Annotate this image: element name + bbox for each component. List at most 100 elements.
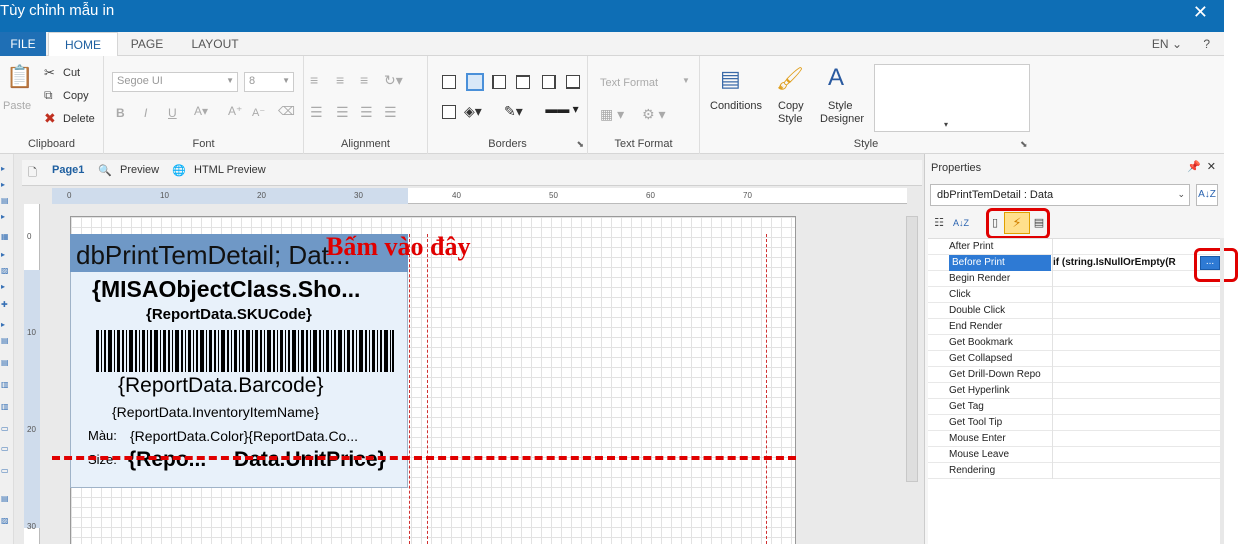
event-row[interactable]: Get Tool Tip <box>928 415 1220 431</box>
border-bottom-icon[interactable] <box>566 75 580 89</box>
font-family-select[interactable]: Segoe UI ▼ <box>112 72 238 92</box>
align-top-center-icon[interactable]: ≡ <box>336 72 344 88</box>
tab-file[interactable]: FILE <box>0 32 46 56</box>
bold-icon[interactable]: B <box>116 106 125 120</box>
style-designer-button-line2[interactable]: Designer <box>820 113 864 125</box>
chevron-down-icon[interactable]: ▾ <box>944 120 948 129</box>
toolbox-item-icon[interactable]: ▥ <box>1 402 12 412</box>
align-top-right-icon[interactable]: ≡ <box>360 72 368 88</box>
copy-button[interactable]: Copy <box>63 90 89 102</box>
border-right-icon[interactable] <box>542 75 556 89</box>
fill-color-icon[interactable]: ◈▾ <box>464 103 482 120</box>
properties-scrollbar[interactable] <box>1220 238 1224 544</box>
border-style-icon[interactable]: ▬▬ ▾ <box>540 102 584 116</box>
dialog-launcher-icon[interactable]: ⬊ <box>576 139 584 150</box>
item-name-field[interactable]: {ReportData.InventoryItemName} <box>112 404 392 420</box>
font-size-select[interactable]: 8 ▼ <box>244 72 294 92</box>
format-icon[interactable]: ▦ ▾ <box>600 106 624 123</box>
event-row[interactable]: Get Drill-Down Repo <box>928 367 1220 383</box>
dialog-launcher-icon[interactable]: ⬊ <box>1020 139 1028 150</box>
toolbox-item-icon[interactable]: ▸ <box>1 250 12 260</box>
event-row[interactable]: Get Hyperlink <box>928 383 1220 399</box>
shrink-font-icon[interactable]: A⁻ <box>252 106 265 119</box>
copy-style-button-line2[interactable]: Style <box>778 113 802 125</box>
language-selector[interactable]: EN ⌄ <box>1152 37 1182 51</box>
categorized-icon[interactable]: ☷ <box>930 214 948 232</box>
sku-field[interactable]: {ReportData.SKUCode} <box>146 306 386 323</box>
style-gallery[interactable] <box>874 64 1030 132</box>
align-left-icon[interactable]: ☰ <box>310 104 323 121</box>
close-icon[interactable]: ✕ <box>1207 161 1216 173</box>
toolbox-item-icon[interactable]: ▭ <box>1 444 12 454</box>
tab-page[interactable]: PAGE <box>118 32 176 56</box>
border-color-icon[interactable]: ✎▾ <box>504 103 523 120</box>
color-label[interactable]: Màu: <box>88 428 128 443</box>
event-row[interactable]: End Render <box>928 319 1220 335</box>
grow-font-icon[interactable]: A⁺ <box>228 104 242 118</box>
event-row[interactable]: Double Click <box>928 303 1220 319</box>
event-row[interactable]: Mouse Leave <box>928 447 1220 463</box>
align-top-left-icon[interactable]: ≡ <box>310 72 318 88</box>
tab-layout[interactable]: LAYOUT <box>180 32 250 56</box>
event-row[interactable]: After Print <box>928 239 1220 255</box>
format-options-icon[interactable]: ⚙ ▾ <box>642 106 665 123</box>
event-row-selected[interactable]: Before Print if (string.IsNullOrEmpty(R <box>928 255 1220 271</box>
rotate-icon[interactable]: ↻▾ <box>384 72 403 89</box>
toolbox-item-icon[interactable]: ▤ <box>1 336 12 346</box>
tab-preview[interactable]: Preview <box>120 164 159 176</box>
event-row[interactable]: Rendering <box>928 463 1220 479</box>
toolbox-item-icon[interactable]: ✚ <box>1 300 12 310</box>
designer-scrollbar[interactable] <box>906 216 918 482</box>
shortname-field[interactable]: {MISAObjectClass.Sho... <box>92 276 402 303</box>
barcode-field[interactable]: {ReportData.Barcode} <box>118 374 378 398</box>
toolbox-item-icon[interactable]: ▨ <box>1 266 12 276</box>
toolbox-item-icon[interactable]: ▸ <box>1 320 12 330</box>
event-row[interactable]: Click <box>928 287 1220 303</box>
event-row[interactable]: Get Tag <box>928 399 1220 415</box>
paste-button[interactable]: Paste <box>3 100 31 112</box>
tab-page1[interactable]: Page1 <box>52 164 84 176</box>
toolbox-item-icon[interactable]: ▸ <box>1 180 12 190</box>
toolbox-item-icon[interactable]: ▸ <box>1 212 12 222</box>
alphabetical-icon[interactable]: A↓Z <box>952 214 970 232</box>
close-icon[interactable]: ✕ <box>1193 2 1208 23</box>
toolbox-item-icon[interactable]: ▤ <box>1 494 12 504</box>
font-color-icon[interactable]: A▾ <box>194 104 208 118</box>
barcode-image[interactable] <box>96 330 394 372</box>
event-row[interactable]: Get Bookmark <box>928 335 1220 351</box>
copy-style-button-line1[interactable]: Copy <box>778 100 804 112</box>
toolbox-item-icon[interactable]: ▸ <box>1 282 12 292</box>
toolbox-item-icon[interactable]: ▦ <box>1 232 12 242</box>
toolbox-item-icon[interactable]: ▭ <box>1 466 12 476</box>
underline-icon[interactable]: U <box>168 106 177 120</box>
size-field[interactable]: {Repo... <box>128 448 224 472</box>
toolbox-item-icon[interactable]: ▤ <box>1 196 12 206</box>
align-center-icon[interactable]: ☰ <box>336 104 349 121</box>
tab-home[interactable]: HOME <box>48 32 118 57</box>
delete-button[interactable]: Delete <box>63 113 95 125</box>
sort-az-icon[interactable]: A↓Z <box>1196 184 1218 206</box>
border-none-icon[interactable] <box>442 105 456 119</box>
help-icon[interactable]: ? <box>1203 37 1210 51</box>
italic-icon[interactable]: I <box>144 106 147 120</box>
pin-icon[interactable]: 📌 <box>1187 161 1201 173</box>
eraser-icon[interactable]: ⌫ <box>278 104 295 118</box>
toolbox-item-icon[interactable]: ▤ <box>1 358 12 368</box>
conditions-button[interactable]: Conditions <box>710 100 762 112</box>
toolbox-item-icon[interactable]: ▸ <box>1 164 12 174</box>
event-row[interactable]: Begin Render <box>928 271 1220 287</box>
toolbox-item-icon[interactable]: ▭ <box>1 424 12 434</box>
object-selector[interactable]: dbPrintTemDetail : Data ⌄ <box>930 184 1190 206</box>
text-format-select[interactable]: Text Format <box>600 77 658 89</box>
border-top-icon[interactable] <box>516 75 530 89</box>
cut-button[interactable]: Cut <box>63 67 80 79</box>
justify-icon[interactable]: ☰ <box>384 104 397 121</box>
event-row[interactable]: Get Collapsed <box>928 351 1220 367</box>
tab-html-preview[interactable]: HTML Preview <box>194 164 266 176</box>
border-all-icon[interactable] <box>442 75 456 89</box>
toolbox-item-icon[interactable]: ▥ <box>1 380 12 390</box>
color-field[interactable]: {ReportData.Color}{ReportData.Co... <box>130 428 402 444</box>
unit-price-field[interactable]: Data.UnitPrice} <box>234 448 404 472</box>
event-row[interactable]: Mouse Enter <box>928 431 1220 447</box>
style-designer-button-line1[interactable]: Style <box>828 100 852 112</box>
